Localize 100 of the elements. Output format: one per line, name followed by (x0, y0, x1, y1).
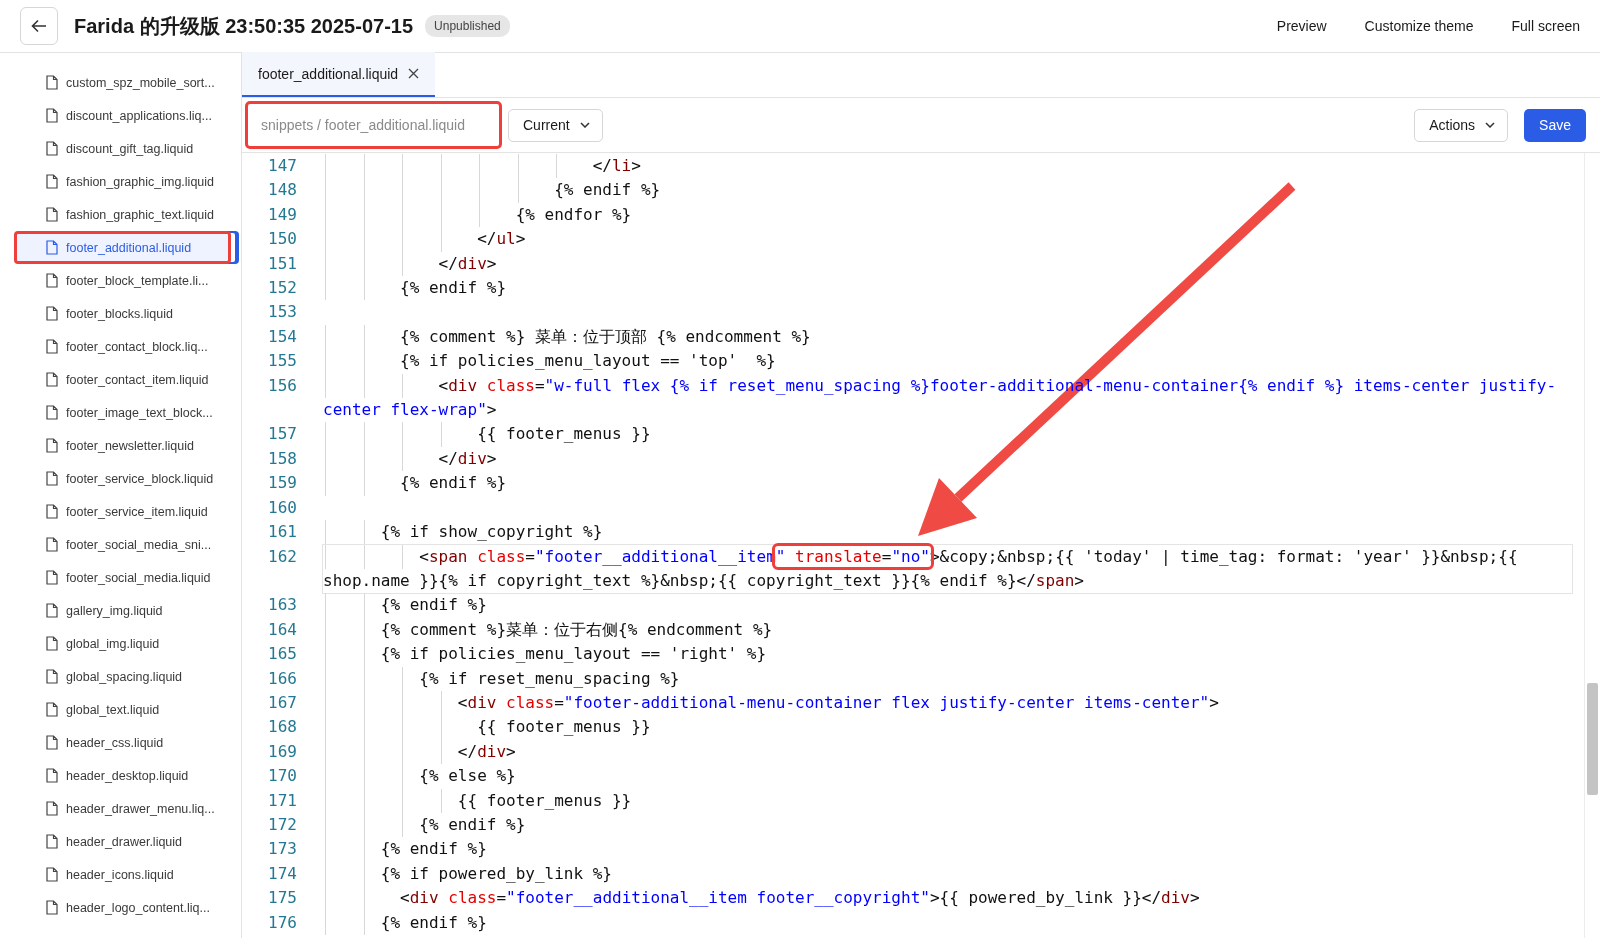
line-number: 152 (267, 277, 297, 300)
actions-menu-button[interactable]: Actions (1414, 108, 1509, 142)
save-button[interactable]: Save (1524, 108, 1586, 142)
file-icon (46, 108, 58, 123)
file-name: footer_service_block.liquid (66, 471, 214, 486)
chevron-down-icon (579, 122, 590, 128)
code-line: </li> (591, 155, 642, 177)
header-link[interactable]: Customize theme (1364, 18, 1474, 34)
header-link[interactable]: Preview (1276, 18, 1327, 34)
file-name: footer_image_text_block... (66, 405, 213, 420)
file-item[interactable]: footer_contact_item.liquid (14, 363, 231, 396)
file-icon (46, 75, 58, 90)
code-line: {% comment %} 菜单：位于顶部 {% endcomment %} (399, 325, 812, 348)
file-name: gallery_img.liquid (66, 603, 163, 618)
code-line: {% endif %} (553, 179, 662, 202)
version-select[interactable]: Current (508, 108, 603, 142)
file-item[interactable]: discount_applications.liq... (14, 99, 231, 132)
code-line: </div> (437, 447, 498, 470)
header-link[interactable]: Full screen (1511, 18, 1580, 34)
file-item[interactable]: custom_spz_mobile_sort... (14, 66, 231, 99)
code-line: {% if powered_by_link %} (379, 862, 613, 885)
file-item[interactable]: header_desktop.liquid (14, 759, 231, 792)
line-number: 151 (267, 252, 297, 275)
line-number: 148 (267, 179, 297, 202)
file-item[interactable]: global_img.liquid (14, 627, 231, 660)
file-icon (46, 504, 58, 519)
file-item[interactable]: footer_service_block.liquid (14, 462, 231, 495)
file-name: footer_contact_block.liq... (66, 339, 208, 354)
line-number: 173 (267, 838, 297, 861)
file-item[interactable]: footer_social_media.liquid (14, 561, 231, 594)
file-name: discount_gift_tag.liquid (66, 141, 194, 156)
code-line: {% if reset_menu_spacing %} (418, 667, 681, 690)
line-number: 153 (267, 301, 297, 324)
file-item[interactable]: footer_contact_block.liq... (14, 330, 231, 363)
code-line: </div> (437, 252, 498, 275)
file-item[interactable]: footer_blocks.liquid (14, 297, 231, 330)
line-number: 150 (267, 228, 297, 251)
file-name: fashion_graphic_img.liquid (66, 174, 214, 189)
file-name: footer_block_template.li... (66, 273, 209, 288)
file-icon (46, 768, 58, 783)
file-name: header_desktop.liquid (66, 768, 189, 783)
file-item[interactable]: footer_block_template.li... (14, 264, 231, 297)
file-item[interactable]: footer_image_text_block... (14, 396, 231, 429)
back-button[interactable] (20, 7, 58, 45)
file-name: header_logo_content.liq... (66, 900, 210, 915)
file-icon (46, 867, 58, 882)
status-badge: Unpublished (425, 15, 510, 37)
file-item[interactable]: fashion_graphic_img.liquid (14, 165, 231, 198)
file-item[interactable]: global_spacing.liquid (14, 660, 231, 693)
code-line: {% endif %} (379, 594, 488, 617)
line-number: 160 (267, 496, 297, 519)
code-line: {% endfor %} (514, 203, 633, 226)
scrollbar[interactable] (1584, 153, 1600, 938)
file-icon (46, 702, 58, 717)
file-name: fashion_graphic_text.liquid (66, 207, 215, 222)
line-number: 147 (267, 155, 297, 177)
code-line: {% else %} (418, 765, 517, 788)
file-item[interactable]: gallery_img.liquid (14, 594, 231, 627)
file-item[interactable]: footer_social_media_sni... (14, 528, 231, 561)
file-item[interactable]: header_icons.liquid (14, 858, 231, 891)
code-line: {% endif %} (418, 813, 527, 836)
file-item[interactable]: header_drawer.liquid (14, 825, 231, 858)
code-line: {% if policies_menu_layout == 'right' %} (379, 643, 768, 666)
file-item[interactable]: discount_gift_tag.liquid (14, 132, 231, 165)
line-number: 171 (267, 789, 297, 812)
file-icon (46, 438, 58, 453)
file-icon (46, 801, 58, 816)
file-icon (46, 735, 58, 750)
file-item[interactable]: header_logo_content.liq... (14, 891, 231, 924)
file-item[interactable]: header_css.liquid (14, 726, 231, 759)
code-line: <div class="footer__additional__item footer__copyright">{{ powered_by_link }}</div> (399, 887, 1201, 910)
line-number: 162 (267, 545, 297, 568)
line-number: 175 (267, 887, 297, 910)
line-number: 168 (267, 716, 297, 739)
file-icon (46, 834, 58, 849)
file-icon (46, 306, 58, 321)
file-icon (46, 669, 58, 684)
file-item[interactable]: fashion_graphic_text.liquid (14, 198, 231, 231)
file-icon (46, 372, 58, 387)
file-icon (46, 174, 58, 189)
file-icon (46, 636, 58, 651)
file-name: custom_spz_mobile_sort... (66, 75, 215, 90)
file-tab[interactable]: footer_additional.liquid (242, 52, 436, 97)
file-item[interactable]: header_drawer_menu.liq... (14, 792, 231, 825)
line-number: 161 (267, 521, 297, 544)
file-icon (46, 900, 58, 915)
file-item[interactable]: footer_newsletter.liquid (14, 429, 231, 462)
file-name: global_spacing.liquid (66, 669, 183, 684)
file-name: footer_newsletter.liquid (66, 438, 194, 453)
code-line: {{ footer_menus }} (456, 789, 633, 812)
code-line: {% if show_copyright %} (379, 521, 604, 544)
file-name: footer_service_item.liquid (66, 504, 208, 519)
line-number: 176 (267, 911, 297, 934)
line-number: 164 (267, 618, 297, 641)
file-item[interactable]: footer_service_item.liquid (14, 495, 231, 528)
code-line: {% endif %} (399, 472, 508, 495)
close-icon[interactable] (408, 68, 420, 79)
chevron-down-icon (1485, 122, 1496, 128)
file-name: discount_applications.liq... (66, 108, 212, 123)
file-item[interactable]: global_text.liquid (14, 693, 231, 726)
